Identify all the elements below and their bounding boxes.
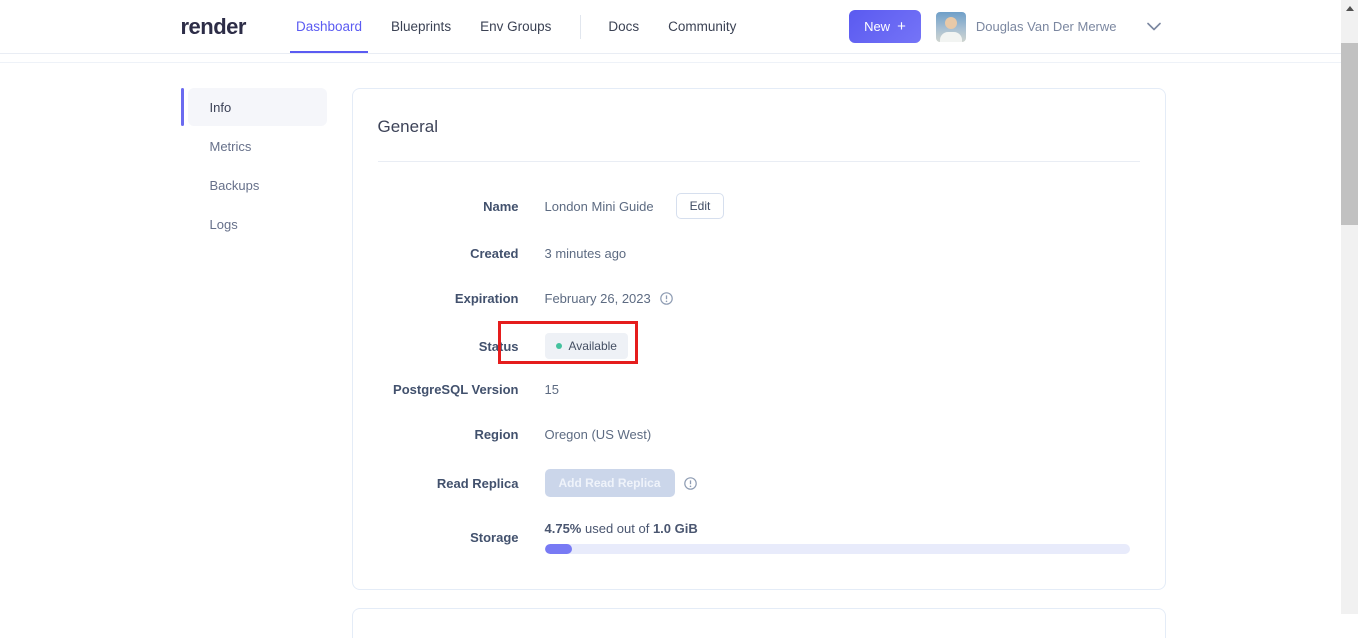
row-label: Read Replica <box>436 475 519 491</box>
row-expiration: Expiration February 26, 2023 <box>378 288 1140 309</box>
status-badge-label: Available <box>568 339 617 353</box>
sidebar-item-metrics[interactable]: Metrics <box>188 127 327 165</box>
expiration-value: February 26, 2023 <box>544 291 651 306</box>
plus-icon: + <box>897 17 906 35</box>
database-name-value: London Mini Guide <box>544 198 654 214</box>
row-status: Status Available <box>378 321 1140 364</box>
storage-progress-bar <box>544 544 1130 554</box>
sidebar-item-label: Backups <box>209 177 260 193</box>
scrollbar-thumb[interactable] <box>1341 43 1358 225</box>
sidebar: Info Metrics Backups Logs <box>180 88 327 244</box>
created-value: 3 minutes ago <box>544 246 627 261</box>
sidebar-item-label: Logs <box>209 216 238 232</box>
row-label: Storage <box>470 530 519 545</box>
nav-divider <box>580 14 582 39</box>
sidebar-item-label: Metrics <box>209 138 252 154</box>
new-button[interactable]: New + <box>849 10 921 43</box>
row-postgresql-version: PostgreSQL Version 15 <box>378 379 1140 400</box>
row-name: Name London Mini Guide Edit <box>378 193 1140 219</box>
avatar[interactable] <box>935 11 966 42</box>
chevron-down-icon[interactable] <box>1146 22 1161 31</box>
main-nav: Dashboard Blueprints Env Groups Docs Com… <box>289 0 765 53</box>
add-read-replica-button[interactable]: Add Read Replica <box>544 469 675 497</box>
active-indicator-bar <box>180 88 184 126</box>
storage-total: 1.0 GiB <box>652 521 698 536</box>
row-label: Expiration <box>454 291 519 306</box>
nav-item-blueprints[interactable]: Blueprints <box>391 0 451 53</box>
row-created: Created 3 minutes ago <box>378 243 1140 264</box>
top-navigation-bar: render Dashboard Blueprints Env Groups D… <box>0 0 1341 54</box>
sidebar-item-backups[interactable]: Backups <box>188 166 327 204</box>
row-label: Status <box>478 338 519 354</box>
storage-progress-fill <box>544 544 573 554</box>
sidebar-item-logs[interactable]: Logs <box>188 205 327 243</box>
avatar-photo-shirt <box>939 31 962 42</box>
storage-used-percent: 4.75% <box>544 521 582 536</box>
user-name[interactable]: Douglas Van Der Merwe <box>976 19 1117 34</box>
new-button-label: New <box>864 19 891 34</box>
row-label: Created <box>470 246 519 261</box>
status-badge: Available <box>544 333 628 359</box>
sidebar-item-label: Info <box>209 99 232 115</box>
general-card: General Name London Mini Guide Edit Crea… <box>351 88 1166 590</box>
triangle-up-icon <box>1345 6 1354 11</box>
card-title-divider <box>377 161 1140 162</box>
sidebar-item-info[interactable]: Info <box>180 88 327 126</box>
postgresql-version-value: 15 <box>544 382 559 397</box>
avatar-photo <box>944 16 957 29</box>
storage-usage-text: 4.75% used out of 1.0 GiB <box>545 521 1130 536</box>
row-read-replica: Read Replica Add Read Replica <box>378 469 1140 497</box>
nav-item-community[interactable]: Community <box>668 0 736 53</box>
info-icon[interactable] <box>683 476 697 490</box>
nav-item-env-groups[interactable]: Env Groups <box>480 0 551 53</box>
storage-middle-text: used out of <box>581 521 653 536</box>
edit-button[interactable]: Edit <box>675 193 725 219</box>
row-label: Region <box>474 427 519 442</box>
row-region: Region Oregon (US West) <box>378 424 1140 445</box>
nav-item-docs[interactable]: Docs <box>608 0 639 53</box>
nav-item-dashboard[interactable]: Dashboard <box>289 0 369 53</box>
row-storage: Storage 4.75% used out of 1.0 GiB <box>378 521 1140 554</box>
row-label: PostgreSQL Version <box>393 382 519 397</box>
row-label: Name <box>483 198 519 214</box>
info-icon[interactable] <box>659 292 673 305</box>
card-title: General <box>377 117 438 136</box>
render-logo[interactable]: render <box>181 14 247 40</box>
region-value: Oregon (US West) <box>544 427 652 442</box>
scrollbar-up-arrow[interactable] <box>1341 0 1358 17</box>
next-section-card <box>351 608 1166 638</box>
vertical-scrollbar[interactable] <box>1341 0 1358 614</box>
status-dot-icon <box>555 343 562 349</box>
